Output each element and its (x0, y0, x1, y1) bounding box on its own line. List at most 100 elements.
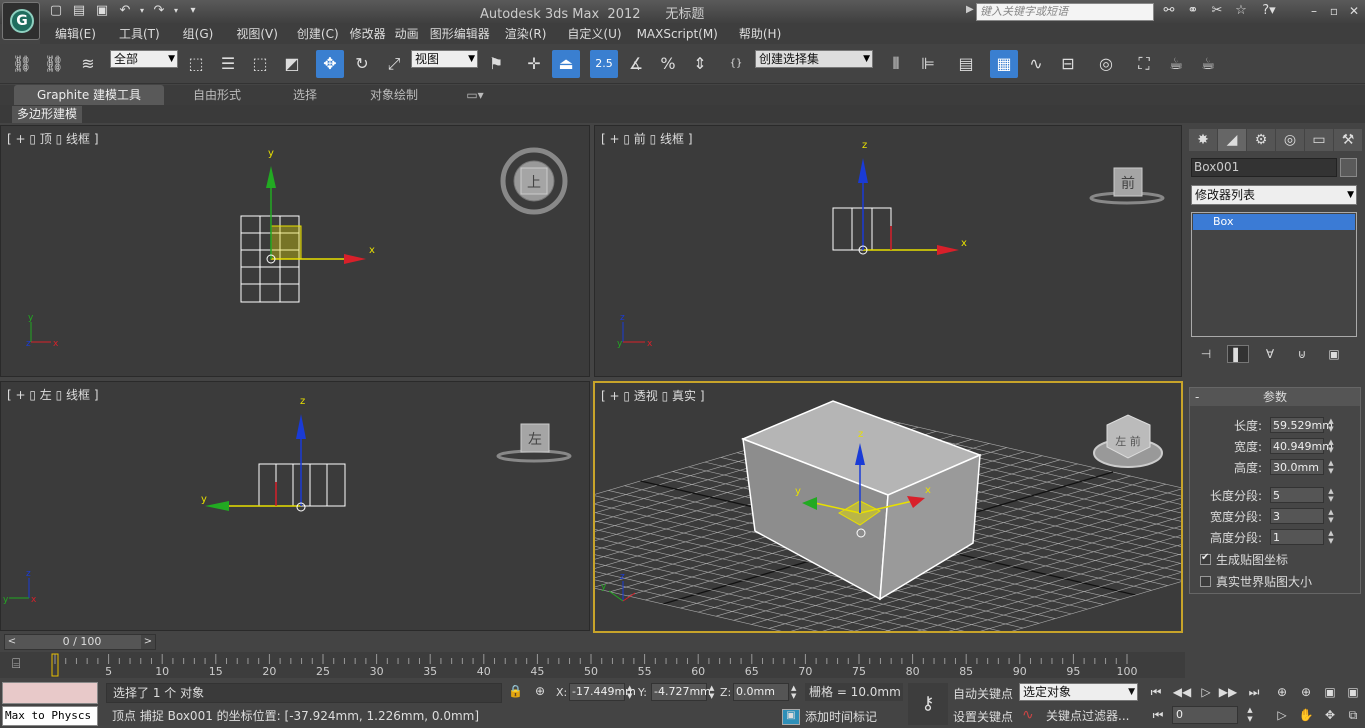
hierarchy-tab-icon[interactable]: ⚙ (1247, 129, 1275, 151)
object-name-field[interactable]: Box001 (1191, 158, 1337, 177)
time-slider[interactable]: < 0 / 100 > (0, 633, 1185, 651)
menu-edit[interactable]: 编辑(E) (48, 24, 103, 44)
key-mode-dropdown[interactable]: 选定对象 ▼ (1019, 683, 1138, 701)
go-to-end-icon[interactable]: ⏭ (1244, 683, 1264, 701)
communication-center-icon[interactable]: ⚭ (1184, 2, 1202, 20)
z-coordinate-field[interactable]: 0.0mm (733, 683, 789, 701)
next-frame-icon[interactable]: > (141, 635, 155, 649)
favorites-star-icon[interactable]: ☆ (1232, 2, 1250, 20)
menu-graph-editors[interactable]: 图形编辑器 (426, 24, 497, 44)
viewcube-top[interactable]: 上 (500, 147, 568, 215)
modify-tab-icon[interactable]: ◢ (1218, 129, 1246, 151)
create-tab-icon[interactable]: ✸ (1189, 129, 1217, 151)
subscription-icon[interactable]: ✂ (1208, 2, 1226, 20)
orbit-icon[interactable]: ✥ (1320, 706, 1340, 724)
spinner-icon[interactable]: ▲ ▼ (1326, 508, 1336, 524)
keyboard-shortcut-override-icon[interactable]: ⏏ (552, 50, 580, 78)
width-segs-input[interactable]: 3 (1270, 508, 1324, 524)
snaps-toggle-icon[interactable]: 2.5 (590, 50, 618, 78)
close-button[interactable]: ✕ (1347, 3, 1361, 19)
menu-tools[interactable]: 工具(T) (103, 24, 167, 44)
edit-named-selection-icon[interactable]: {} (722, 50, 750, 78)
tab-object-paint[interactable]: 对象绘制 (346, 85, 442, 105)
make-unique-icon[interactable]: ∀ (1259, 345, 1281, 363)
redo-dropdown-icon[interactable]: ▾ (172, 2, 180, 20)
auto-key-button[interactable]: 自动关键点 (953, 685, 1013, 702)
mirror-icon[interactable]: ⫴ (882, 50, 910, 78)
play-icon[interactable]: ▷ (1196, 683, 1216, 701)
gizmo-arrow-z[interactable] (296, 414, 306, 439)
generate-mapping-checkbox[interactable] (1200, 552, 1211, 565)
menu-maxscript[interactable]: MAXScript(M) (629, 24, 725, 44)
zoom-extents-icon[interactable]: ▣ (1320, 683, 1340, 701)
menu-modifiers[interactable]: 修改器 (346, 24, 393, 44)
pin-stack-icon[interactable]: ⊣ (1195, 345, 1217, 363)
select-by-name-icon[interactable]: ☰ (214, 50, 242, 78)
utilities-tab-icon[interactable]: ⚒ (1334, 129, 1362, 151)
menu-animation[interactable]: 动画 (393, 24, 426, 44)
application-button[interactable]: G (2, 2, 40, 40)
minimize-button[interactable]: – (1307, 3, 1321, 19)
selection-filter-dropdown[interactable]: 全部 ▼ (110, 50, 178, 68)
set-key-icon[interactable]: ⚷ (908, 683, 948, 725)
spinner-icon[interactable]: ▲ ▼ (791, 684, 796, 700)
maxscript-listener-output[interactable] (2, 682, 98, 704)
length-input[interactable]: 59.529mm (1270, 417, 1333, 433)
select-object-icon[interactable]: ⬚ (182, 50, 210, 78)
tab-selection[interactable]: 选择 (270, 85, 340, 105)
menu-rendering[interactable]: 渲染(R) (497, 24, 554, 44)
use-pivot-center-icon[interactable]: ⚑ (482, 50, 510, 78)
select-and-move-icon[interactable]: ✥ (316, 50, 344, 78)
length-segs-input[interactable]: 5 (1270, 487, 1324, 503)
select-and-rotate-icon[interactable]: ↻ (348, 50, 376, 78)
select-and-scale-icon[interactable]: ⤢ (380, 50, 408, 78)
viewcube-perspective[interactable]: 左 前 (1093, 414, 1163, 468)
viewport-label-front[interactable]: [ + ▯ 前 ▯ 线框 ] (601, 130, 693, 147)
next-key-icon[interactable]: ▶▶ (1218, 683, 1238, 701)
set-key-button[interactable]: 设置关键点 (953, 708, 1013, 725)
open-folder-icon[interactable]: ▤ (69, 2, 89, 20)
x-coordinate-field[interactable]: -17.449mm (569, 683, 636, 701)
manipulate-icon[interactable]: ✛ (520, 50, 548, 78)
gizmo-arrow-y[interactable] (266, 166, 276, 188)
previous-frame-icon[interactable]: < (5, 635, 19, 649)
track-bar[interactable]: ⌸ 5 10 15 20 25 30 35 40 45 50 55 60 65 70 75 80 85 90 95 1… (0, 652, 1185, 678)
search-input[interactable]: 键入关键字或短语 (976, 3, 1154, 21)
spinner-icon[interactable]: ▲ ▼ (1326, 487, 1336, 503)
spinner-snap-icon[interactable]: ⇕ (686, 50, 714, 78)
align-icon[interactable]: ⊫ (914, 50, 942, 78)
viewport-label-left[interactable]: [ + ▯ 左 ▯ 线框 ] (7, 386, 99, 403)
viewport-left[interactable]: y z 左 z y x [ + ▯ 左 ▯ 线框 ] (0, 381, 590, 631)
time-tag-icon[interactable]: ▣ (782, 709, 800, 725)
spinner-icon[interactable]: ▲ ▼ (709, 684, 714, 700)
spinner-icon[interactable]: ▲ ▼ (1326, 417, 1336, 433)
object-color-swatch[interactable] (1340, 158, 1357, 177)
rectangle-selection-icon[interactable]: ⬚ (246, 50, 274, 78)
real-world-map-checkbox[interactable] (1200, 576, 1211, 587)
selection-lock-icon[interactable]: 🔒 (508, 684, 523, 698)
current-frame-field[interactable]: 0 (1172, 706, 1238, 724)
rendered-frame-window-icon[interactable]: ☕ (1162, 50, 1190, 78)
go-to-start-icon[interactable]: ⏮ (1146, 683, 1166, 701)
bind-space-warp-icon[interactable]: ≋ (74, 50, 102, 78)
gizmo-arrow-y[interactable] (205, 501, 229, 511)
viewcube-left[interactable]: 左 (496, 423, 572, 463)
restore-button[interactable]: ▫ (1327, 3, 1341, 19)
spinner-icon[interactable]: ▲ ▼ (1326, 438, 1336, 454)
menu-views[interactable]: 视图(V) (220, 24, 285, 44)
show-end-result-icon[interactable]: ▌ (1227, 345, 1249, 363)
new-file-icon[interactable]: ▢ (46, 2, 66, 20)
render-production-icon[interactable]: ☕ (1194, 50, 1222, 78)
tab-graphite-modeling[interactable]: Graphite 建模工具 (14, 85, 164, 105)
material-editor-icon[interactable]: ◎ (1092, 50, 1120, 78)
y-coordinate-field[interactable]: -4.727mm (651, 683, 711, 701)
search-expand-icon[interactable]: ▶ (966, 4, 974, 15)
remove-modifier-icon[interactable]: ⊍ (1291, 345, 1313, 363)
render-setup-icon[interactable]: ⛶ (1130, 50, 1158, 78)
polygon-modeling-panel-tab[interactable]: 多边形建模 (12, 106, 82, 123)
window-crossing-icon[interactable]: ◩ (278, 50, 306, 78)
viewport-top[interactable]: x y 上 y x z [ + ▯ 顶 ▯ 线框 ] (0, 125, 590, 377)
key-filters-button[interactable]: 关键点过滤器... (1020, 706, 1129, 726)
time-configuration-icon[interactable]: ▲ ▼ (1240, 706, 1260, 724)
menu-customize[interactable]: 自定义(U) (553, 24, 628, 44)
